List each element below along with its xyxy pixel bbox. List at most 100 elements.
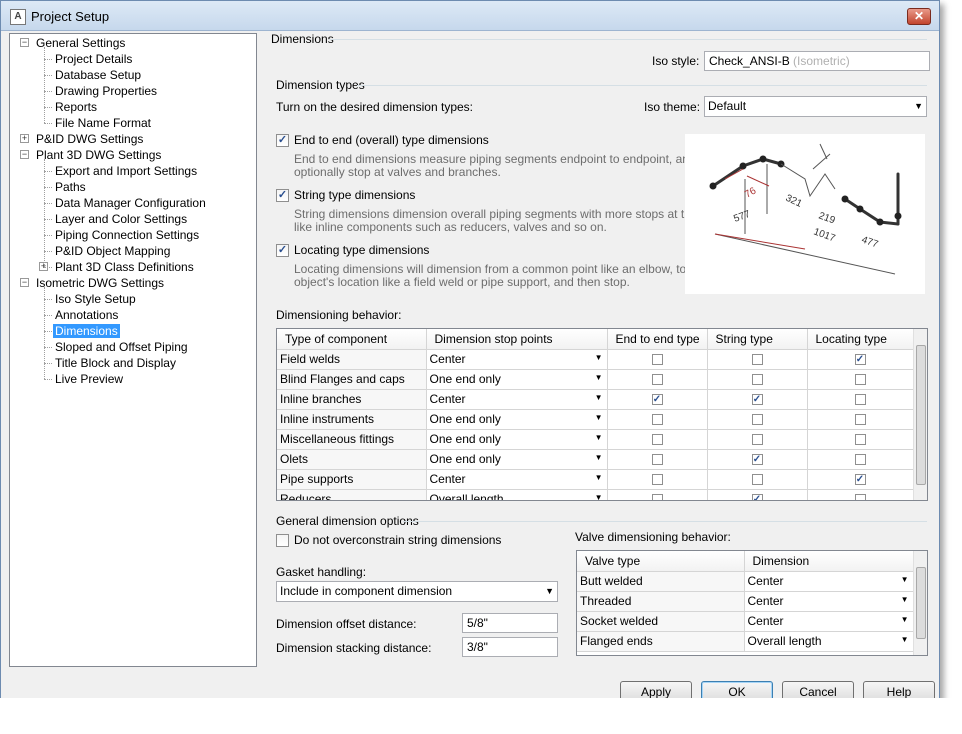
end-to-end-checkbox[interactable] [651, 374, 663, 386]
iso-style-suffix: (Isometric) [793, 54, 850, 68]
string-checkbox[interactable] [751, 374, 763, 386]
dimension-type-description: optionally stop at valves and branches. [294, 165, 501, 179]
tree-item-database-setup[interactable]: Database Setup [53, 67, 143, 83]
end-to-end-checkbox[interactable] [651, 474, 663, 486]
tree-item-general-settings[interactable]: General Settings [34, 35, 127, 51]
dimension-type-checkbox[interactable]: ✓ [276, 134, 289, 147]
stop-point-dropdown[interactable]: One end only ▼ [426, 409, 608, 430]
dimension-type-description: object's location like a field weld or p… [294, 275, 630, 289]
expand-icon[interactable]: + [20, 134, 29, 143]
valve-dimension-dropdown[interactable]: Center ▼ [744, 591, 914, 612]
dimension-type-label: Locating type dimensions [294, 243, 430, 257]
stop-point-dropdown[interactable]: Center ▼ [426, 349, 608, 370]
tree-item-export-and-import-settings[interactable]: Export and Import Settings [53, 163, 199, 179]
tree-item-iso-style-setup[interactable]: Iso Style Setup [53, 291, 138, 307]
scroll-thumb[interactable] [916, 567, 926, 639]
tree-item-p-id-object-mapping[interactable]: P&ID Object Mapping [53, 243, 172, 259]
collapse-icon[interactable]: − [20, 38, 29, 47]
tree-item-plant-3d-dwg-settings[interactable]: Plant 3D DWG Settings [34, 147, 163, 163]
tree-item-isometric-dwg-settings[interactable]: Isometric DWG Settings [34, 275, 166, 291]
tree-item-p-id-dwg-settings[interactable]: P&ID DWG Settings [34, 131, 145, 147]
string-checkbox-cell [707, 349, 808, 370]
no-overconstrain-checkbox[interactable] [276, 534, 289, 547]
dimension-type-checkbox[interactable]: ✓ [276, 244, 289, 257]
column-header[interactable]: Locating type [807, 329, 914, 350]
string-checkbox[interactable]: ✓ [751, 394, 763, 406]
column-header[interactable]: Dimension [744, 551, 914, 572]
locating-checkbox[interactable] [854, 414, 866, 426]
end-to-end-checkbox[interactable] [651, 414, 663, 426]
close-button[interactable]: ✕ [907, 8, 931, 25]
stacking-input[interactable]: 3/8" [462, 637, 558, 657]
stop-point-dropdown[interactable]: Center ▼ [426, 389, 608, 410]
column-header[interactable]: End to end type [607, 329, 708, 350]
valve-dimension-dropdown[interactable]: Center ▼ [744, 571, 914, 592]
tree-item-label: General Settings [36, 36, 126, 50]
valve-dimension-dropdown[interactable]: Center ▼ [744, 611, 914, 632]
chevron-down-icon: ▼ [594, 392, 603, 402]
tree-item-live-preview[interactable]: Live Preview [53, 371, 125, 387]
locating-checkbox[interactable] [854, 374, 866, 386]
stop-point-dropdown[interactable]: Center ▼ [426, 469, 608, 490]
locating-checkbox[interactable] [854, 394, 866, 406]
end-to-end-checkbox[interactable] [651, 354, 663, 366]
column-header[interactable]: Type of component [277, 329, 427, 350]
valve-dimension-dropdown[interactable]: Overall length ▼ [744, 631, 914, 652]
dimension-type-label: String type dimensions [294, 188, 416, 202]
locating-checkbox-cell [807, 429, 914, 450]
locating-checkbox[interactable]: ✓ [854, 354, 866, 366]
locating-checkbox[interactable] [854, 494, 866, 500]
locating-checkbox[interactable] [854, 434, 866, 446]
stop-point-dropdown[interactable]: Overall length ▼ [426, 489, 608, 500]
title-bar[interactable]: A Project Setup ✕ [1, 1, 939, 31]
table-row: Olets One end only ▼ ✓ [277, 449, 914, 470]
string-checkbox[interactable] [751, 434, 763, 446]
dimension-type-checkbox[interactable]: ✓ [276, 189, 289, 202]
gasket-dropdown[interactable]: Include in component dimension ▼ [276, 581, 558, 602]
valve-scrollbar[interactable] [913, 551, 927, 655]
tree-item-sloped-and-offset-piping[interactable]: Sloped and Offset Piping [53, 339, 190, 355]
tree-item-project-details[interactable]: Project Details [53, 51, 134, 67]
behavior-scrollbar[interactable] [913, 329, 927, 500]
end-to-end-checkbox[interactable] [651, 494, 663, 500]
collapse-icon[interactable]: − [20, 278, 29, 287]
tree-item-layer-and-color-settings[interactable]: Layer and Color Settings [53, 211, 189, 227]
column-header[interactable]: Dimension stop points [426, 329, 608, 350]
string-checkbox[interactable] [751, 414, 763, 426]
stop-point-dropdown[interactable]: One end only ▼ [426, 429, 608, 450]
tree-item-title-block-and-display[interactable]: Title Block and Display [53, 355, 178, 371]
project-setup-window: A Project Setup ✕ General Settings − Proje… [0, 0, 940, 712]
locating-checkbox[interactable] [854, 454, 866, 466]
string-checkbox[interactable] [751, 354, 763, 366]
end-to-end-checkbox[interactable]: ✓ [651, 394, 663, 406]
column-header[interactable]: Valve type [577, 551, 745, 572]
string-checkbox[interactable]: ✓ [751, 494, 763, 500]
stop-point-dropdown[interactable]: One end only ▼ [426, 369, 608, 390]
end-to-end-checkbox-cell: ✓ [607, 389, 708, 410]
offset-input[interactable]: 5/8" [462, 613, 558, 633]
locating-checkbox[interactable]: ✓ [854, 474, 866, 486]
stop-point-dropdown[interactable]: One end only ▼ [426, 449, 608, 470]
locating-checkbox-cell: ✓ [807, 349, 914, 370]
end-to-end-checkbox[interactable] [651, 434, 663, 446]
collapse-icon[interactable]: − [20, 150, 29, 159]
tree-item-label: Plant 3D DWG Settings [36, 148, 162, 162]
column-header[interactable]: String type [707, 329, 808, 350]
string-checkbox-cell: ✓ [707, 489, 808, 500]
tree-item-piping-connection-settings[interactable]: Piping Connection Settings [53, 227, 201, 243]
tree-item-plant-3d-class-definitions[interactable]: Plant 3D Class Definitions [53, 259, 196, 275]
valve-type-cell: Flanged ends [577, 631, 745, 652]
tree-item-data-manager-configuration[interactable]: Data Manager Configuration [53, 195, 208, 211]
tree-item-annotations[interactable]: Annotations [53, 307, 120, 323]
tree-connector [44, 171, 52, 172]
tree-item-paths[interactable]: Paths [53, 179, 88, 195]
scroll-thumb[interactable] [916, 345, 926, 485]
tree-item-drawing-properties[interactable]: Drawing Properties [53, 83, 159, 99]
tree-item-reports[interactable]: Reports [53, 99, 99, 115]
tree-item-dimensions[interactable]: Dimensions [53, 323, 120, 339]
string-checkbox[interactable] [751, 474, 763, 486]
string-checkbox[interactable]: ✓ [751, 454, 763, 466]
end-to-end-checkbox[interactable] [651, 454, 663, 466]
tree-item-file-name-format[interactable]: File Name Format [53, 115, 153, 131]
iso-theme-dropdown[interactable]: Default ▼ [704, 96, 927, 117]
